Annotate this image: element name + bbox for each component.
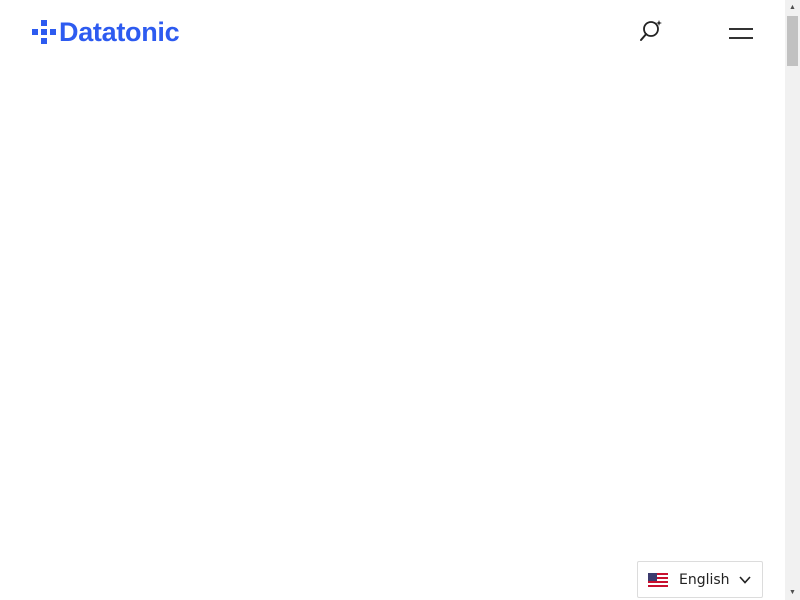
us-flag-icon: [648, 572, 668, 587]
scroll-down-arrow[interactable]: ▼: [785, 585, 800, 600]
scroll-up-arrow[interactable]: ▲: [785, 0, 800, 15]
page-viewport: Datatonic English: [0, 0, 785, 600]
menu-icon-line-bottom: [729, 36, 753, 39]
menu-icon-line-top: [729, 27, 753, 30]
logo-text: Datatonic: [59, 17, 180, 47]
scroll-thumb[interactable]: [787, 16, 798, 66]
vertical-scrollbar[interactable]: ▲ ▼: [785, 0, 800, 600]
language-switcher[interactable]: English: [637, 561, 763, 598]
chevron-down-icon: [739, 576, 751, 584]
language-label: English: [679, 571, 730, 588]
site-header: Datatonic: [0, 0, 785, 64]
logo-icon: [32, 20, 56, 44]
search-button[interactable]: [636, 17, 666, 45]
menu-button[interactable]: [726, 22, 756, 44]
search-icon: [640, 20, 662, 41]
logo-link[interactable]: Datatonic: [32, 16, 180, 48]
